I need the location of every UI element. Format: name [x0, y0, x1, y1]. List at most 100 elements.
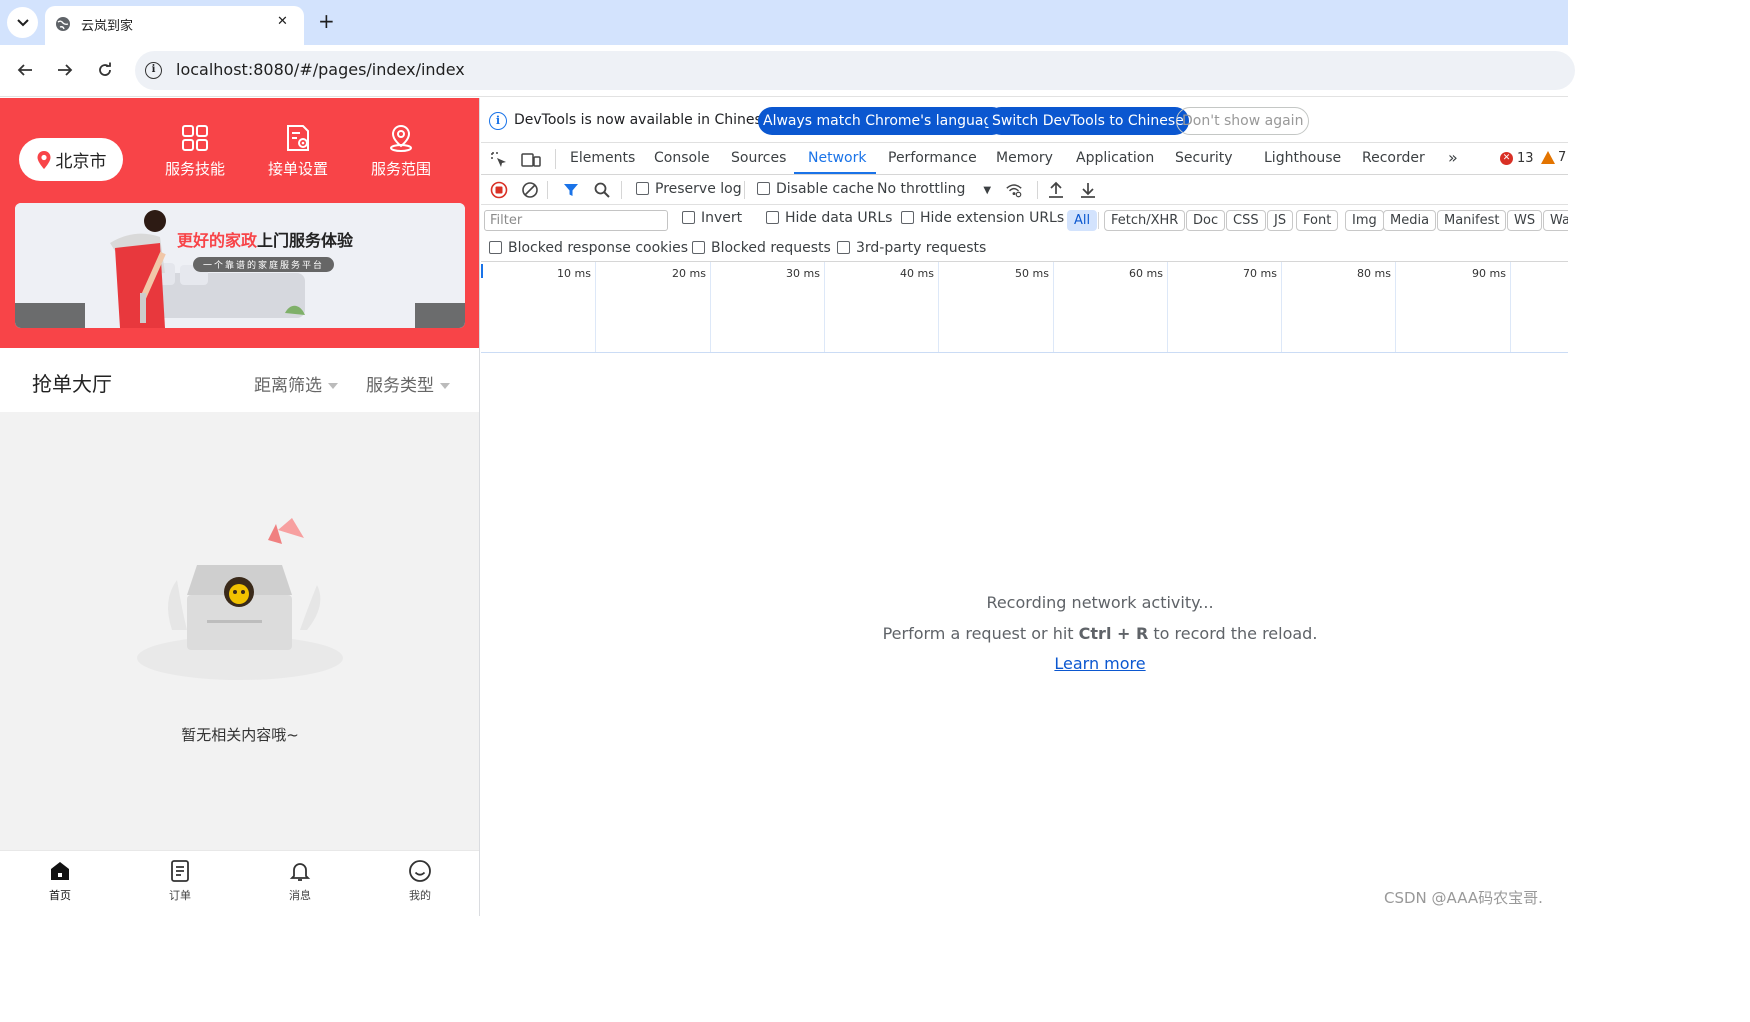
dropdown-arrow-icon: ▼	[983, 185, 992, 196]
export-har-icon[interactable]	[1079, 181, 1097, 199]
tab-console[interactable]: Console	[654, 150, 710, 166]
invert-label: Invert	[701, 210, 743, 226]
service-type-dropdown[interactable]: 服务类型	[366, 371, 450, 396]
checkbox-box	[682, 211, 695, 224]
reload-button[interactable]	[92, 57, 118, 83]
tab-strip: 云岚到家 ✕ +	[0, 0, 1568, 45]
mobile-app-preview: 北京市 服务技能 接单设置 服务范围 更好的家政上门服务体验 一个靠谱的家庭服务…	[0, 98, 480, 916]
close-tab-icon[interactable]: ✕	[277, 14, 288, 29]
filter-icon[interactable]	[562, 181, 580, 199]
more-tabs-icon[interactable]: »	[1448, 148, 1458, 167]
tab-application[interactable]: Application	[1076, 150, 1154, 166]
import-har-icon[interactable]	[1047, 181, 1065, 199]
filter-type-media[interactable]: Media	[1383, 210, 1437, 231]
quick-nav-order-settings[interactable]: 接单设置	[253, 124, 343, 179]
browser-tab[interactable]: 云岚到家 ✕	[45, 6, 304, 45]
divider	[547, 181, 548, 199]
tabbar-orders[interactable]: 订单	[120, 859, 240, 903]
tabbar-messages[interactable]: 消息	[240, 859, 360, 903]
quick-nav-service-skills[interactable]: 服务技能	[150, 124, 240, 179]
error-counter[interactable]: ✕ 13	[1500, 151, 1534, 166]
hide-data-urls-checkbox[interactable]: Hide data URLs	[766, 210, 892, 226]
search-icon[interactable]	[593, 181, 611, 199]
tabbar-profile[interactable]: 我的	[360, 859, 479, 903]
order-hall-bar: 抢单大厅 距离筛选 服务类型	[0, 348, 479, 412]
site-info-icon[interactable]: i	[145, 62, 162, 79]
divider	[555, 149, 556, 169]
devtools-panel-tabs: Elements Console Sources Network Perform…	[481, 143, 1568, 175]
dont-show-again-button[interactable]: Don't show again	[1176, 107, 1310, 135]
network-conditions-icon[interactable]	[1005, 181, 1023, 199]
filter-type-css[interactable]: CSS	[1226, 210, 1266, 231]
filter-type-js[interactable]: JS	[1267, 210, 1294, 231]
city-selector[interactable]: 北京市	[19, 138, 123, 181]
banner-title: 更好的家政上门服务体验	[177, 227, 353, 251]
tab-recorder[interactable]: Recorder	[1362, 150, 1425, 166]
timeline-gridline	[1510, 262, 1511, 352]
match-language-button[interactable]: Always match Chrome's language	[758, 107, 1006, 135]
filter-type-wasm[interactable]: Wa	[1543, 210, 1568, 231]
filter-type-manifest[interactable]: Manifest	[1437, 210, 1507, 231]
tab-network[interactable]: Network	[808, 150, 866, 166]
filter-input[interactable]: Filter	[484, 210, 668, 231]
address-bar[interactable]: i localhost:8080/#/pages/index/index	[135, 51, 1575, 90]
grid-icon	[182, 125, 208, 151]
empty-state-text: 暂无相关内容哦~	[181, 726, 299, 744]
tab-search-button[interactable]	[7, 7, 38, 38]
tab-sources[interactable]: Sources	[731, 150, 786, 166]
checkbox-box	[692, 241, 705, 254]
blocked-requests-checkbox[interactable]: Blocked requests	[692, 240, 831, 256]
timeline-tick-label: 80 ms	[1357, 267, 1391, 280]
hide-extension-urls-checkbox[interactable]: Hide extension URLs	[901, 210, 1064, 226]
order-list-icon	[171, 860, 189, 882]
tab-performance[interactable]: Performance	[888, 150, 977, 166]
timeline-tick-label: 50 ms	[1015, 267, 1049, 280]
url-text[interactable]: localhost:8080/#/pages/index/index	[176, 60, 465, 79]
timeline-cursor	[481, 264, 483, 278]
warning-counter[interactable]: 7	[1541, 150, 1566, 165]
back-button[interactable]	[12, 57, 38, 83]
invert-checkbox[interactable]: Invert	[682, 210, 742, 226]
tab-label: 首页	[49, 889, 71, 902]
filter-type-doc[interactable]: Doc	[1186, 210, 1226, 231]
quick-nav-service-range[interactable]: 服务范围	[356, 124, 446, 179]
arrow-right-icon	[58, 64, 73, 76]
blocked-response-cookies-checkbox[interactable]: Blocked response cookies	[489, 240, 688, 256]
checkbox-box	[901, 211, 914, 224]
third-party-requests-checkbox[interactable]: 3rd-party requests	[837, 240, 986, 256]
filter-type-img[interactable]: Img	[1345, 210, 1384, 231]
network-filter-row-2: Blocked response cookies Blocked request…	[481, 235, 1568, 262]
filter-type-all[interactable]: All	[1067, 210, 1098, 231]
tab-lighthouse[interactable]: Lighthouse	[1264, 150, 1341, 166]
disable-cache-checkbox[interactable]: Disable cache	[757, 181, 874, 197]
hide-extension-urls-label: Hide extension URLs	[920, 210, 1065, 226]
promo-banner[interactable]: 更好的家政上门服务体验 一个靠谱的家庭服务平台	[15, 203, 465, 328]
tab-elements[interactable]: Elements	[570, 150, 635, 166]
arrow-left-icon	[17, 64, 32, 76]
network-overview-timeline[interactable]: 10 ms 20 ms 30 ms 40 ms 50 ms 60 ms 70 ms 80 ms…	[481, 262, 1568, 353]
distance-filter-dropdown[interactable]: 距离筛选	[254, 371, 338, 396]
forward-button[interactable]	[52, 57, 78, 83]
timeline-gridline	[1281, 262, 1282, 352]
clear-icon[interactable]	[521, 181, 539, 199]
learn-more-link[interactable]: Learn more	[1054, 654, 1145, 673]
tabbar-home[interactable]: 首页	[0, 859, 120, 903]
switch-to-chinese-button[interactable]: Switch DevTools to Chinese	[987, 107, 1189, 135]
new-tab-button[interactable]: +	[318, 9, 335, 33]
info-icon: i	[489, 112, 507, 130]
globe-icon	[56, 17, 70, 31]
filter-type-fetch-xhr[interactable]: Fetch/XHR	[1104, 210, 1186, 231]
tab-memory[interactable]: Memory	[996, 150, 1053, 166]
recording-message: Recording network activity...	[986, 593, 1214, 612]
filter-type-ws[interactable]: WS	[1507, 210, 1543, 231]
throttling-select[interactable]: No throttling ▼	[877, 181, 991, 197]
inspect-element-icon[interactable]	[490, 151, 508, 169]
timeline-gridline	[595, 262, 596, 352]
stop-recording-icon[interactable]	[490, 181, 508, 199]
tab-security[interactable]: Security	[1175, 150, 1233, 166]
filter-type-font[interactable]: Font	[1296, 210, 1339, 231]
divider	[744, 181, 745, 199]
quick-nav-label: 接单设置	[267, 160, 328, 178]
preserve-log-checkbox[interactable]: Preserve log	[636, 181, 742, 197]
device-toolbar-icon[interactable]	[521, 151, 541, 169]
